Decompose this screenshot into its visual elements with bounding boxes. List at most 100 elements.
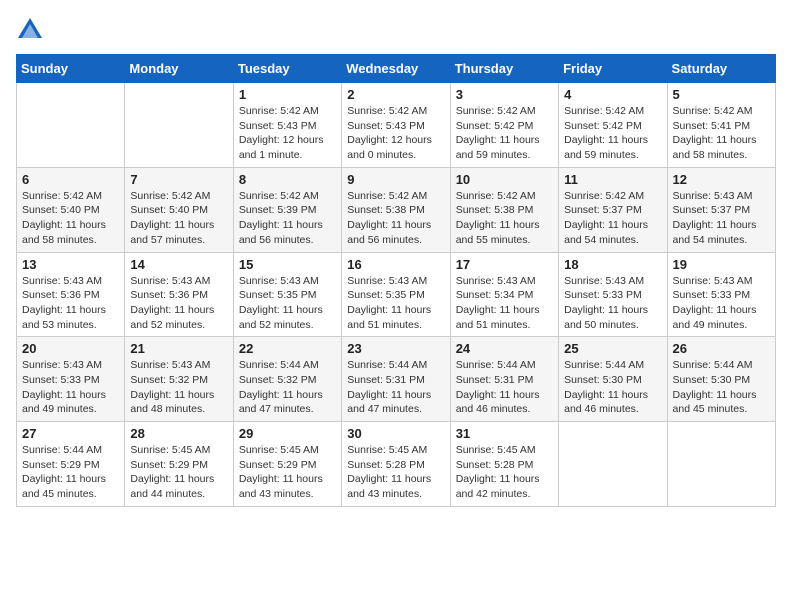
cell-info: Sunrise: 5:45 AM Sunset: 5:28 PM Dayligh… <box>456 443 553 502</box>
cell-info: Sunrise: 5:42 AM Sunset: 5:42 PM Dayligh… <box>564 104 661 163</box>
day-number: 23 <box>347 341 444 356</box>
week-row-5: 27 Sunrise: 5:44 AM Sunset: 5:29 PM Dayli… <box>17 422 776 507</box>
day-number: 10 <box>456 172 553 187</box>
calendar-cell <box>17 83 125 168</box>
cell-info: Sunrise: 5:42 AM Sunset: 5:42 PM Dayligh… <box>456 104 553 163</box>
cell-info: Sunrise: 5:44 AM Sunset: 5:30 PM Dayligh… <box>564 358 661 417</box>
cell-info: Sunrise: 5:43 AM Sunset: 5:35 PM Dayligh… <box>239 274 336 333</box>
day-header-sunday: Sunday <box>17 55 125 83</box>
day-number: 18 <box>564 257 661 272</box>
day-number: 8 <box>239 172 336 187</box>
day-number: 19 <box>673 257 770 272</box>
cell-info: Sunrise: 5:42 AM Sunset: 5:37 PM Dayligh… <box>564 189 661 248</box>
calendar-cell: 29 Sunrise: 5:45 AM Sunset: 5:29 PM Dayli… <box>233 422 341 507</box>
cell-info: Sunrise: 5:43 AM Sunset: 5:33 PM Dayligh… <box>22 358 119 417</box>
calendar-cell: 18Sunrise: 5:43 AM Sunset: 5:33 PM Dayli… <box>559 252 667 337</box>
calendar-cell: 22 Sunrise: 5:44 AM Sunset: 5:32 PM Dayli… <box>233 337 341 422</box>
cell-info: Sunrise: 5:42 AM Sunset: 5:40 PM Dayligh… <box>22 189 119 248</box>
cell-info: Sunrise: 5:43 AM Sunset: 5:32 PM Dayligh… <box>130 358 227 417</box>
day-header-wednesday: Wednesday <box>342 55 450 83</box>
cell-info: Sunrise: 5:43 AM Sunset: 5:33 PM Dayligh… <box>673 274 770 333</box>
calendar-cell: 3 Sunrise: 5:42 AM Sunset: 5:42 PM Daylig… <box>450 83 558 168</box>
calendar-cell <box>667 422 775 507</box>
calendar-cell <box>559 422 667 507</box>
calendar-cell: 31Sunrise: 5:45 AM Sunset: 5:28 PM Dayli… <box>450 422 558 507</box>
cell-info: Sunrise: 5:44 AM Sunset: 5:30 PM Dayligh… <box>673 358 770 417</box>
cell-info: Sunrise: 5:44 AM Sunset: 5:29 PM Dayligh… <box>22 443 119 502</box>
day-number: 12 <box>673 172 770 187</box>
cell-info: Sunrise: 5:45 AM Sunset: 5:29 PM Dayligh… <box>239 443 336 502</box>
calendar-cell: 27 Sunrise: 5:44 AM Sunset: 5:29 PM Dayli… <box>17 422 125 507</box>
day-number: 7 <box>130 172 227 187</box>
calendar-cell: 14 Sunrise: 5:43 AM Sunset: 5:36 PM Dayli… <box>125 252 233 337</box>
day-number: 15 <box>239 257 336 272</box>
calendar-cell: 20 Sunrise: 5:43 AM Sunset: 5:33 PM Dayli… <box>17 337 125 422</box>
page-header <box>16 16 776 44</box>
day-number: 1 <box>239 87 336 102</box>
calendar-cell: 19 Sunrise: 5:43 AM Sunset: 5:33 PM Dayli… <box>667 252 775 337</box>
day-header-saturday: Saturday <box>667 55 775 83</box>
day-number: 22 <box>239 341 336 356</box>
cell-info: Sunrise: 5:44 AM Sunset: 5:31 PM Dayligh… <box>456 358 553 417</box>
calendar-cell: 21Sunrise: 5:43 AM Sunset: 5:32 PM Dayli… <box>125 337 233 422</box>
calendar-cell: 10 Sunrise: 5:42 AM Sunset: 5:38 PM Dayli… <box>450 167 558 252</box>
calendar-cell: 30 Sunrise: 5:45 AM Sunset: 5:28 PM Dayli… <box>342 422 450 507</box>
week-row-4: 20 Sunrise: 5:43 AM Sunset: 5:33 PM Dayli… <box>17 337 776 422</box>
day-number: 9 <box>347 172 444 187</box>
cell-info: Sunrise: 5:43 AM Sunset: 5:37 PM Dayligh… <box>673 189 770 248</box>
calendar-cell: 4 Sunrise: 5:42 AM Sunset: 5:42 PM Daylig… <box>559 83 667 168</box>
calendar-cell: 12 Sunrise: 5:43 AM Sunset: 5:37 PM Dayli… <box>667 167 775 252</box>
cell-info: Sunrise: 5:42 AM Sunset: 5:38 PM Dayligh… <box>456 189 553 248</box>
calendar-cell <box>125 83 233 168</box>
day-number: 29 <box>239 426 336 441</box>
day-number: 13 <box>22 257 119 272</box>
cell-info: Sunrise: 5:45 AM Sunset: 5:29 PM Dayligh… <box>130 443 227 502</box>
cell-info: Sunrise: 5:43 AM Sunset: 5:34 PM Dayligh… <box>456 274 553 333</box>
day-number: 2 <box>347 87 444 102</box>
day-header-thursday: Thursday <box>450 55 558 83</box>
day-number: 17 <box>456 257 553 272</box>
week-row-2: 6Sunrise: 5:42 AM Sunset: 5:40 PM Daylig… <box>17 167 776 252</box>
calendar-cell: 2 Sunrise: 5:42 AM Sunset: 5:43 PM Daylig… <box>342 83 450 168</box>
calendar-table: SundayMondayTuesdayWednesdayThursdayFrid… <box>16 54 776 507</box>
day-number: 27 <box>22 426 119 441</box>
cell-info: Sunrise: 5:42 AM Sunset: 5:40 PM Dayligh… <box>130 189 227 248</box>
calendar-cell: 15 Sunrise: 5:43 AM Sunset: 5:35 PM Dayli… <box>233 252 341 337</box>
calendar-cell: 8 Sunrise: 5:42 AM Sunset: 5:39 PM Daylig… <box>233 167 341 252</box>
calendar-cell: 26 Sunrise: 5:44 AM Sunset: 5:30 PM Dayli… <box>667 337 775 422</box>
cell-info: Sunrise: 5:45 AM Sunset: 5:28 PM Dayligh… <box>347 443 444 502</box>
cell-info: Sunrise: 5:42 AM Sunset: 5:38 PM Dayligh… <box>347 189 444 248</box>
cell-info: Sunrise: 5:43 AM Sunset: 5:36 PM Dayligh… <box>22 274 119 333</box>
calendar-cell: 28 Sunrise: 5:45 AM Sunset: 5:29 PM Dayli… <box>125 422 233 507</box>
cell-info: Sunrise: 5:44 AM Sunset: 5:31 PM Dayligh… <box>347 358 444 417</box>
calendar-cell: 11Sunrise: 5:42 AM Sunset: 5:37 PM Dayli… <box>559 167 667 252</box>
cell-info: Sunrise: 5:42 AM Sunset: 5:39 PM Dayligh… <box>239 189 336 248</box>
day-number: 28 <box>130 426 227 441</box>
calendar-header-row: SundayMondayTuesdayWednesdayThursdayFrid… <box>17 55 776 83</box>
calendar-cell: 7 Sunrise: 5:42 AM Sunset: 5:40 PM Daylig… <box>125 167 233 252</box>
day-header-friday: Friday <box>559 55 667 83</box>
day-number: 5 <box>673 87 770 102</box>
cell-info: Sunrise: 5:43 AM Sunset: 5:36 PM Dayligh… <box>130 274 227 333</box>
cell-info: Sunrise: 5:42 AM Sunset: 5:43 PM Dayligh… <box>347 104 444 163</box>
logo-icon <box>16 16 44 44</box>
logo <box>16 16 48 44</box>
day-header-monday: Monday <box>125 55 233 83</box>
week-row-1: 1 Sunrise: 5:42 AM Sunset: 5:43 PM Daylig… <box>17 83 776 168</box>
day-header-tuesday: Tuesday <box>233 55 341 83</box>
day-number: 14 <box>130 257 227 272</box>
cell-info: Sunrise: 5:42 AM Sunset: 5:41 PM Dayligh… <box>673 104 770 163</box>
cell-info: Sunrise: 5:42 AM Sunset: 5:43 PM Dayligh… <box>239 104 336 163</box>
day-number: 3 <box>456 87 553 102</box>
day-number: 26 <box>673 341 770 356</box>
day-number: 30 <box>347 426 444 441</box>
day-number: 24 <box>456 341 553 356</box>
calendar-cell: 13 Sunrise: 5:43 AM Sunset: 5:36 PM Dayli… <box>17 252 125 337</box>
calendar-cell: 9 Sunrise: 5:42 AM Sunset: 5:38 PM Daylig… <box>342 167 450 252</box>
calendar-cell: 5 Sunrise: 5:42 AM Sunset: 5:41 PM Daylig… <box>667 83 775 168</box>
calendar-cell: 25Sunrise: 5:44 AM Sunset: 5:30 PM Dayli… <box>559 337 667 422</box>
day-number: 4 <box>564 87 661 102</box>
cell-info: Sunrise: 5:44 AM Sunset: 5:32 PM Dayligh… <box>239 358 336 417</box>
day-number: 20 <box>22 341 119 356</box>
calendar-cell: 23 Sunrise: 5:44 AM Sunset: 5:31 PM Dayli… <box>342 337 450 422</box>
